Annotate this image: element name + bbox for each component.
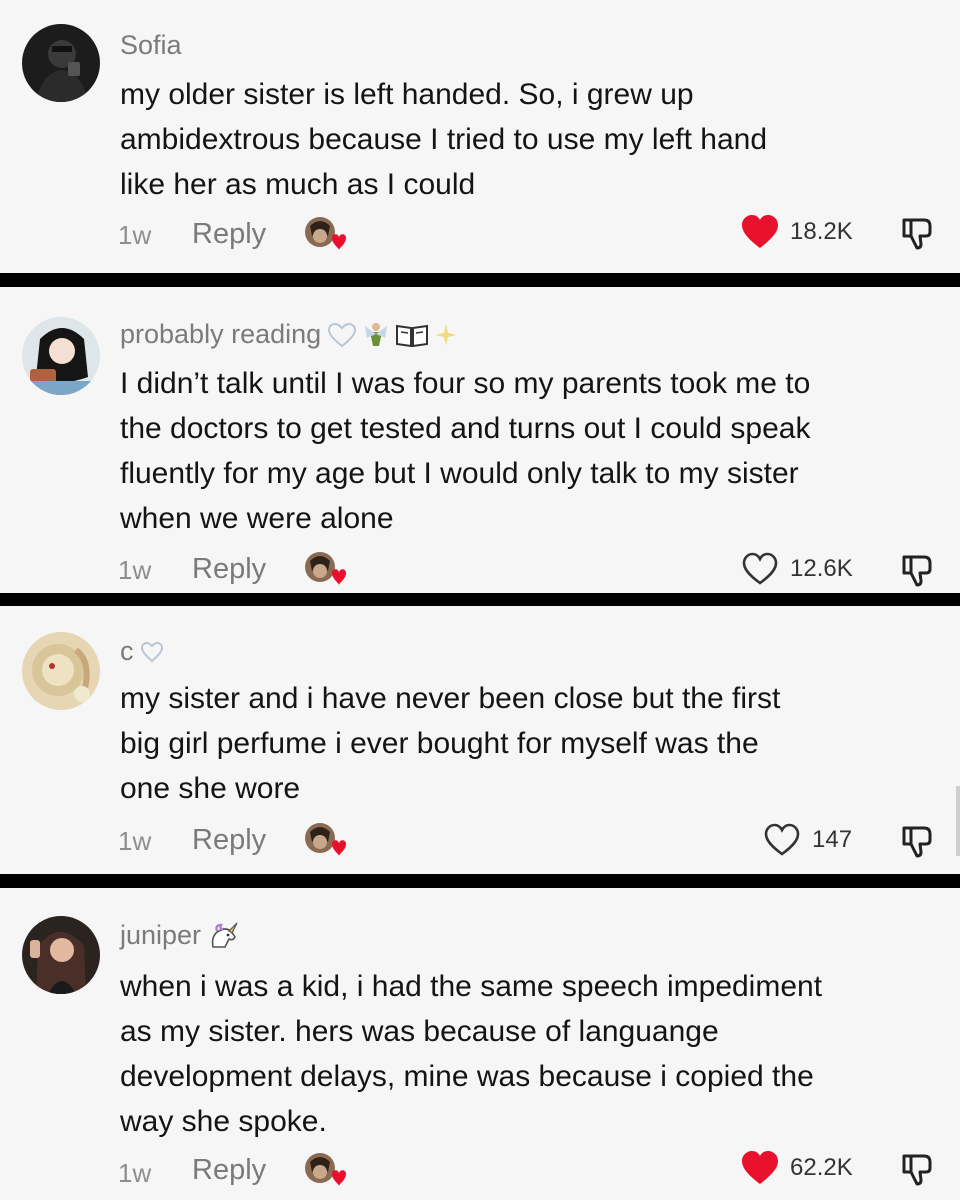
fairy-icon (365, 322, 388, 346)
like-button[interactable]: 62.2K (740, 1150, 853, 1186)
like-count: 62.2K (790, 1154, 853, 1181)
reply-button[interactable]: Reply (192, 218, 266, 251)
username-text: c (120, 636, 134, 666)
reply-button[interactable]: Reply (192, 824, 266, 857)
comment-card: c my sister and i have never been close … (0, 606, 960, 874)
username[interactable]: probably reading (120, 319, 459, 350)
avatar[interactable] (22, 916, 100, 994)
heart-outline-icon (742, 552, 778, 585)
comment-time: 1w (118, 220, 152, 250)
heart-filled-icon (742, 1151, 778, 1184)
heart-outline-icon (328, 322, 357, 347)
comment-text: I didn’t talk until I was four so my par… (120, 367, 811, 535)
comment-text: when i was a kid, i had the same speech … (120, 970, 823, 1138)
username[interactable]: juniper (120, 920, 241, 951)
comment-card: probably reading I didn’t talk until I w… (0, 287, 960, 593)
like-button[interactable]: 147 (762, 822, 852, 858)
username-text: Sofia (120, 30, 182, 60)
dislike-icon[interactable] (898, 214, 936, 252)
unicorn-icon (211, 922, 238, 948)
book-icon (396, 324, 429, 347)
comment-time: 1w (118, 1158, 152, 1188)
comment-time: 1w (118, 555, 152, 585)
comment-card: Sofia my older sister is left handed. So… (0, 0, 960, 273)
username[interactable]: Sofia (120, 30, 182, 61)
heart-filled-icon (742, 215, 778, 248)
like-count: 12.6K (790, 555, 853, 582)
heart-outline-icon (140, 641, 163, 662)
reply-button[interactable]: Reply (192, 553, 266, 586)
reply-button[interactable]: Reply (192, 1154, 266, 1187)
like-button[interactable]: 12.6K (740, 551, 853, 587)
comment-text: my sister and i have never been close bu… (120, 682, 781, 805)
dislike-icon[interactable] (898, 822, 936, 860)
comment-card: juniper when i was a kid, i had the same… (0, 888, 960, 1200)
username-text: probably reading (120, 319, 322, 349)
username-text: juniper (120, 920, 202, 950)
dislike-icon[interactable] (898, 1150, 936, 1188)
comment-time: 1w (118, 826, 152, 856)
sparkle-icon (435, 323, 458, 346)
username[interactable]: c (120, 636, 164, 667)
heart-outline-icon (764, 823, 800, 856)
creator-liked-icon (302, 1150, 350, 1190)
avatar[interactable] (22, 24, 100, 102)
creator-liked-icon (302, 549, 350, 589)
avatar[interactable] (22, 317, 100, 395)
creator-liked-icon (302, 820, 350, 860)
comment-text: my older sister is left handed. So, i gr… (120, 78, 768, 201)
like-count: 147 (812, 826, 853, 853)
scrollbar[interactable] (956, 786, 960, 856)
like-button[interactable]: 18.2K (740, 214, 853, 250)
creator-liked-icon (302, 214, 350, 254)
avatar[interactable] (22, 632, 100, 710)
like-count: 18.2K (790, 218, 853, 245)
dislike-icon[interactable] (898, 551, 936, 589)
